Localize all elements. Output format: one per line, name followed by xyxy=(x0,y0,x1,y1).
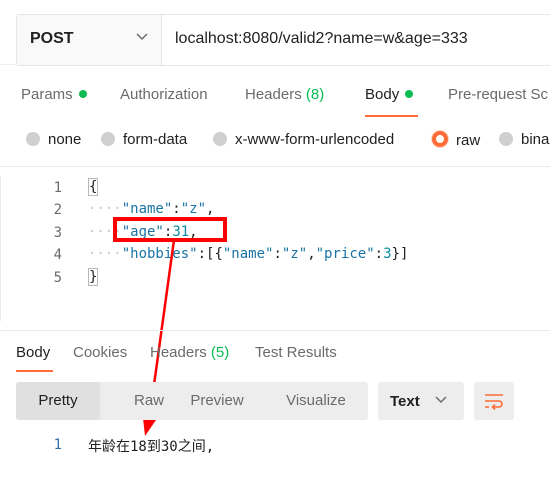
view-preview-button[interactable]: Preview xyxy=(176,382,258,420)
divider xyxy=(0,330,550,331)
format-label: Text xyxy=(390,393,420,410)
tab-count: (5) xyxy=(210,344,230,361)
view-mode-group: Pretty Raw Preview Visualize xyxy=(16,382,368,420)
wrap-lines-button[interactable] xyxy=(474,382,514,420)
response-tab-test-results[interactable]: Test Results xyxy=(255,344,337,361)
view-pretty-button[interactable]: Pretty xyxy=(16,382,100,420)
response-tab-body[interactable]: Body xyxy=(16,344,50,361)
response-text: 年龄在18到30之间, xyxy=(88,439,215,455)
wrap-lines-icon xyxy=(484,392,504,415)
view-visualize-button[interactable]: Visualize xyxy=(268,382,364,420)
chevron-down-icon xyxy=(434,392,448,409)
response-tab-cookies[interactable]: Cookies xyxy=(73,344,127,361)
format-select[interactable]: Text xyxy=(378,382,464,420)
active-tab-indicator xyxy=(16,370,53,372)
response-tab-headers[interactable]: Headers (5) xyxy=(150,344,229,361)
response-line-number: 1 xyxy=(53,437,62,453)
tab-label: Headers xyxy=(150,344,207,361)
